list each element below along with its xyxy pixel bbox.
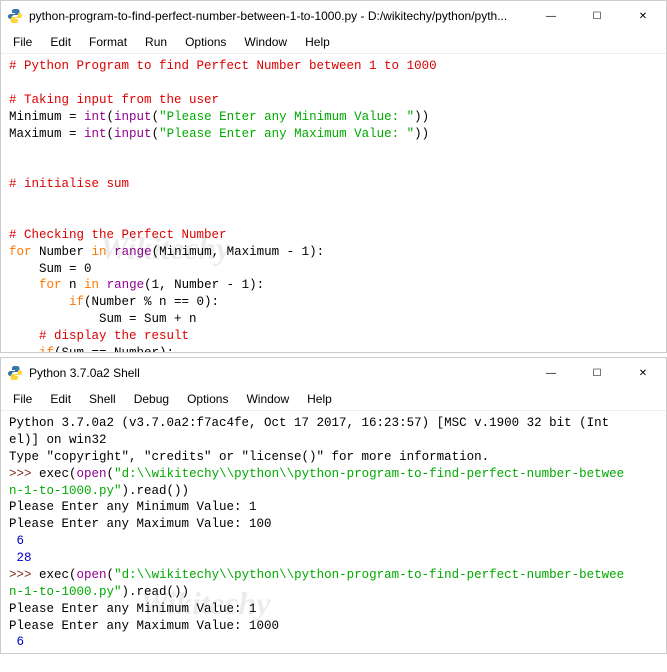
shell-line: 6	[9, 635, 32, 649]
menu-window[interactable]: Window	[238, 390, 297, 408]
menu-format[interactable]: Format	[81, 33, 135, 51]
editor-title: python-program-to-find-perfect-number-be…	[29, 9, 507, 23]
editor-window: python-program-to-find-perfect-number-be…	[0, 0, 667, 353]
shell-window: Python 3.7.0a2 Shell — ☐ ✕ File Edit She…	[0, 357, 667, 654]
minimize-button[interactable]: —	[528, 1, 574, 31]
menu-shell[interactable]: Shell	[81, 390, 124, 408]
code-line: # Taking input from the user	[9, 93, 219, 107]
shell-titlebar: Python 3.7.0a2 Shell — ☐ ✕	[1, 358, 666, 388]
code-line: # Checking the Perfect Number	[9, 228, 227, 242]
code-line: Sum = 0	[9, 262, 92, 276]
shell-line: Please Enter any Minimum Value: 1	[9, 602, 257, 616]
shell-line: >>> exec(open("d:\\wikitechy\\python\\py…	[9, 568, 624, 582]
maximize-button[interactable]: ☐	[574, 358, 620, 388]
shell-line: n-1-to-1000.py").read())	[9, 585, 189, 599]
shell-line: el)] on win32	[9, 433, 107, 447]
menu-help[interactable]: Help	[299, 390, 340, 408]
code-line: # display the result	[9, 329, 189, 343]
code-line: # initialise sum	[9, 177, 129, 191]
menu-file[interactable]: File	[5, 33, 40, 51]
window-controls: — ☐ ✕	[528, 1, 666, 31]
menu-debug[interactable]: Debug	[126, 390, 177, 408]
code-line: Maximum = int(input("Please Enter any Ma…	[9, 127, 429, 141]
menu-window[interactable]: Window	[236, 33, 295, 51]
shell-output-area[interactable]: Python 3.7.0a2 (v3.7.0a2:f7ac4fe, Oct 17…	[1, 411, 666, 653]
editor-menubar: File Edit Format Run Options Window Help	[1, 31, 666, 54]
window-controls: — ☐ ✕	[528, 358, 666, 388]
editor-titlebar: python-program-to-find-perfect-number-be…	[1, 1, 666, 31]
python-icon	[7, 8, 23, 24]
code-line: if(Number % n == 0):	[9, 295, 219, 309]
menu-file[interactable]: File	[5, 390, 40, 408]
shell-menubar: File Edit Shell Debug Options Window Hel…	[1, 388, 666, 411]
shell-line: >>> exec(open("d:\\wikitechy\\python\\py…	[9, 467, 624, 481]
titlebar-left: Python 3.7.0a2 Shell	[7, 365, 140, 381]
shell-line: Type "copyright", "credits" or "license(…	[9, 450, 489, 464]
code-line: if(Sum == Number):	[9, 346, 174, 352]
shell-line: n-1-to-1000.py").read())	[9, 484, 189, 498]
menu-options[interactable]: Options	[179, 390, 236, 408]
titlebar-left: python-program-to-find-perfect-number-be…	[7, 8, 507, 24]
menu-run[interactable]: Run	[137, 33, 175, 51]
menu-help[interactable]: Help	[297, 33, 338, 51]
shell-line: 28	[9, 652, 39, 653]
close-button[interactable]: ✕	[620, 358, 666, 388]
code-line: Sum = Sum + n	[9, 312, 197, 326]
code-line: Minimum = int(input("Please Enter any Mi…	[9, 110, 429, 124]
close-button[interactable]: ✕	[620, 1, 666, 31]
maximize-button[interactable]: ☐	[574, 1, 620, 31]
shell-line: 28	[9, 551, 39, 565]
editor-code-area[interactable]: # Python Program to find Perfect Number …	[1, 54, 666, 352]
shell-line: Python 3.7.0a2 (v3.7.0a2:f7ac4fe, Oct 17…	[9, 416, 609, 430]
shell-line: Please Enter any Minimum Value: 1	[9, 500, 257, 514]
code-line: # Python Program to find Perfect Number …	[9, 59, 437, 73]
shell-line: Please Enter any Maximum Value: 100	[9, 517, 272, 531]
python-icon	[7, 365, 23, 381]
code-line: for Number in range(Minimum, Maximum - 1…	[9, 245, 324, 259]
minimize-button[interactable]: —	[528, 358, 574, 388]
menu-options[interactable]: Options	[177, 33, 234, 51]
menu-edit[interactable]: Edit	[42, 33, 79, 51]
code-line: for n in range(1, Number - 1):	[9, 278, 264, 292]
shell-line: Please Enter any Maximum Value: 1000	[9, 619, 279, 633]
shell-line: 6	[9, 534, 32, 548]
shell-title: Python 3.7.0a2 Shell	[29, 366, 140, 380]
menu-edit[interactable]: Edit	[42, 390, 79, 408]
